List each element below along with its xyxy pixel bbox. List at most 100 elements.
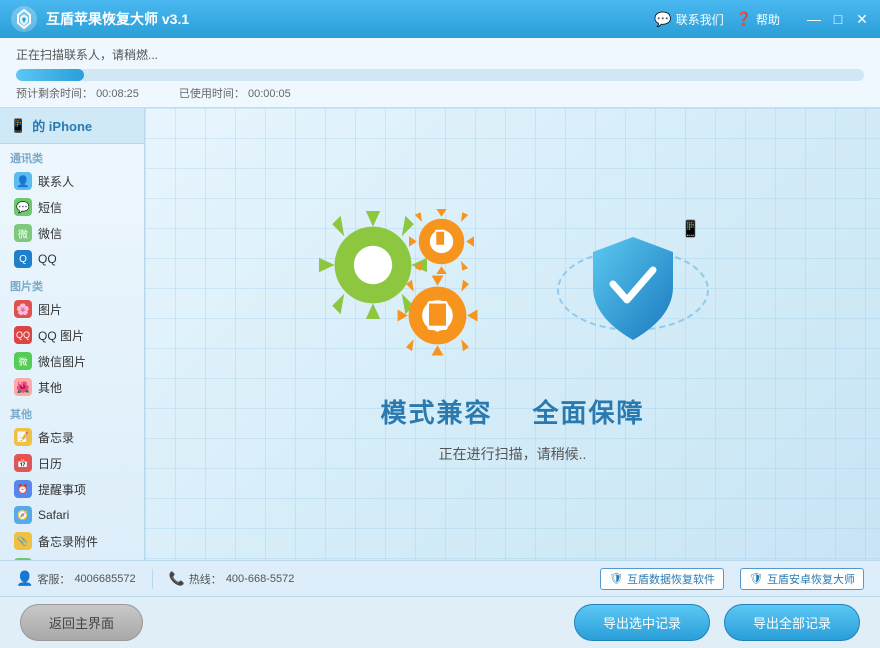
- app-title: 互盾苹果恢复大师 v3.1: [46, 9, 654, 29]
- scanning-text: 正在进行扫描，请稍候..: [439, 444, 587, 464]
- wechatphoto-icon: 微: [14, 352, 32, 370]
- contact-us-btn[interactable]: 💬 联系我们: [654, 11, 723, 28]
- tiny-gear-icon: [409, 209, 474, 274]
- contact-label: 联系我们: [676, 11, 724, 28]
- window-controls: — □ ✕: [806, 11, 870, 27]
- maximize-btn[interactable]: □: [830, 11, 846, 27]
- info-divider-1: [152, 569, 153, 589]
- tagline-right: 全面保障: [533, 393, 645, 430]
- titlebar-actions: 💬 联系我们 ❓ 帮助 — □ ✕: [654, 11, 870, 28]
- progress-times: 预计剩余时间： 00:08:25 已使用时间： 00:00:05: [16, 85, 864, 101]
- sidebar-item-calendar[interactable]: 📅 日历: [0, 450, 144, 476]
- contacts-label: 联系人: [38, 173, 74, 190]
- photo-label: 图片: [38, 301, 62, 318]
- question-icon: ❓: [736, 11, 752, 27]
- iphone-icon: 📱: [10, 118, 26, 134]
- sms-icon: 💬: [14, 198, 32, 216]
- footer-buttons: 返回主界面 导出选中记录 导出全部记录: [0, 596, 880, 648]
- android-recovery-btn[interactable]: 🛡 互盾安卓恢复大师: [740, 568, 864, 590]
- sidebar-item-photo[interactable]: 🌸 图片: [0, 296, 144, 322]
- progress-bar-container: [16, 69, 864, 81]
- wechat-label: 微信: [38, 225, 62, 242]
- sidebar-item-otherphotos[interactable]: 🌺 其他: [0, 374, 144, 400]
- content-area: ♪: [145, 108, 880, 560]
- export-btn-group: 导出选中记录 导出全部记录: [574, 604, 860, 641]
- notes-label: 备忘录: [38, 429, 74, 446]
- notes-icon: 📝: [14, 428, 32, 446]
- qqphoto-label: QQ 图片: [38, 327, 84, 344]
- sidebar-item-notes[interactable]: 📝 备忘录: [0, 424, 144, 450]
- service-number: 4006685572: [74, 573, 135, 585]
- help-label: 帮助: [756, 11, 780, 28]
- service-label: 客服：: [37, 571, 70, 587]
- shield-small-icon: 🛡: [609, 572, 623, 585]
- sidebar-item-noteapp[interactable]: 📎 备忘录附件: [0, 528, 144, 554]
- qqphoto-icon: QQ: [14, 326, 32, 344]
- phone-orbit-icon: 📱: [681, 219, 701, 239]
- hotline-info: 📞 热线： 400-668-5572: [169, 571, 295, 587]
- small-gear-icon: [395, 273, 480, 358]
- sidebar-item-wechatphoto[interactable]: 微 微信图片: [0, 348, 144, 374]
- section-photos: 图片类: [0, 272, 144, 296]
- used-time: 已使用时间： 00:00:05: [179, 85, 291, 101]
- back-btn[interactable]: 返回主界面: [20, 604, 143, 641]
- titlebar: 互盾苹果恢复大师 v3.1 💬 联系我们 ❓ 帮助 — □ ✕: [0, 0, 880, 38]
- phone-icon: 📞: [169, 571, 185, 587]
- qq-icon: Q: [14, 250, 32, 268]
- svg-text:♪: ♪: [365, 253, 376, 278]
- noteapp-label: 备忘录附件: [38, 533, 98, 550]
- sidebar-item-safari[interactable]: 🧭 Safari: [0, 502, 144, 528]
- sms-label: 短信: [38, 199, 62, 216]
- section-other: 其他: [0, 400, 144, 424]
- safari-label: Safari: [38, 508, 69, 522]
- data-recovery-btn[interactable]: 🛡 互盾数据恢复软件: [600, 568, 724, 590]
- shield-group: 📱: [553, 205, 713, 375]
- section-comms: 通讯类: [0, 144, 144, 168]
- reminders-label: 提醒事项: [38, 481, 86, 498]
- reminders-icon: ⏰: [14, 480, 32, 498]
- qq-label: QQ: [38, 252, 57, 266]
- minimize-btn[interactable]: —: [806, 11, 822, 27]
- illustration: ♪: [313, 205, 713, 375]
- service-info: 👤 客服： 4006685572: [16, 570, 136, 587]
- sidebar-item-wechatnote[interactable]: 微 微信附件: [0, 554, 144, 560]
- info-bar: 👤 客服： 4006685572 📞 热线： 400-668-5572 🛡 互盾…: [0, 560, 880, 596]
- sidebar-item-qqphoto[interactable]: QQ QQ 图片: [0, 322, 144, 348]
- service-avatar: 👤: [16, 570, 33, 587]
- hotline-label: 热线：: [189, 571, 222, 587]
- sidebar: 📱 的 iPhone 通讯类 👤 联系人 💬 短信 微 微信 Q QQ 图片类 …: [0, 108, 145, 560]
- close-btn[interactable]: ✕: [854, 11, 870, 27]
- sidebar-item-contacts[interactable]: 👤 联系人: [0, 168, 144, 194]
- otherphotos-icon: 🌺: [14, 378, 32, 396]
- shield-icon: [583, 232, 683, 347]
- tagline-left: 模式兼容: [380, 393, 492, 430]
- progress-status: 正在扫描联系人，请稍燃...: [16, 46, 864, 63]
- otherphotos-label: 其他: [38, 379, 62, 396]
- sidebar-item-reminders[interactable]: ⏰ 提醒事项: [0, 476, 144, 502]
- android-icon: 🛡: [749, 572, 763, 585]
- help-btn[interactable]: ❓ 帮助: [736, 11, 780, 28]
- sidebar-item-sms[interactable]: 💬 短信: [0, 194, 144, 220]
- hotline-number: 400-668-5572: [226, 573, 295, 585]
- wechat-icon: 微: [14, 224, 32, 242]
- sidebar-item-wechat[interactable]: 微 微信: [0, 220, 144, 246]
- wechatphoto-label: 微信图片: [38, 353, 86, 370]
- photo-icon: 🌸: [14, 300, 32, 318]
- wechatnote-label: 微信附件: [38, 559, 86, 561]
- hero-section: ♪: [313, 205, 713, 464]
- safari-icon: 🧭: [14, 506, 32, 524]
- remaining-time: 预计剩余时间： 00:08:25: [16, 85, 139, 101]
- hero-tagline: 模式兼容 全面保障: [380, 393, 644, 430]
- contacts-icon: 👤: [14, 172, 32, 190]
- calendar-icon: 📅: [14, 454, 32, 472]
- export-selected-btn[interactable]: 导出选中记录: [574, 604, 710, 641]
- sidebar-item-qq[interactable]: Q QQ: [0, 246, 144, 272]
- noteapp-icon: 📎: [14, 532, 32, 550]
- progress-bar-fill: [16, 69, 84, 81]
- device-label: 📱 的 iPhone: [0, 108, 144, 144]
- wechatnote-icon: 微: [14, 558, 32, 560]
- app-logo: [10, 5, 38, 33]
- main-layout: 📱 的 iPhone 通讯类 👤 联系人 💬 短信 微 微信 Q QQ 图片类 …: [0, 108, 880, 560]
- calendar-label: 日历: [38, 455, 62, 472]
- export-all-btn[interactable]: 导出全部记录: [724, 604, 860, 641]
